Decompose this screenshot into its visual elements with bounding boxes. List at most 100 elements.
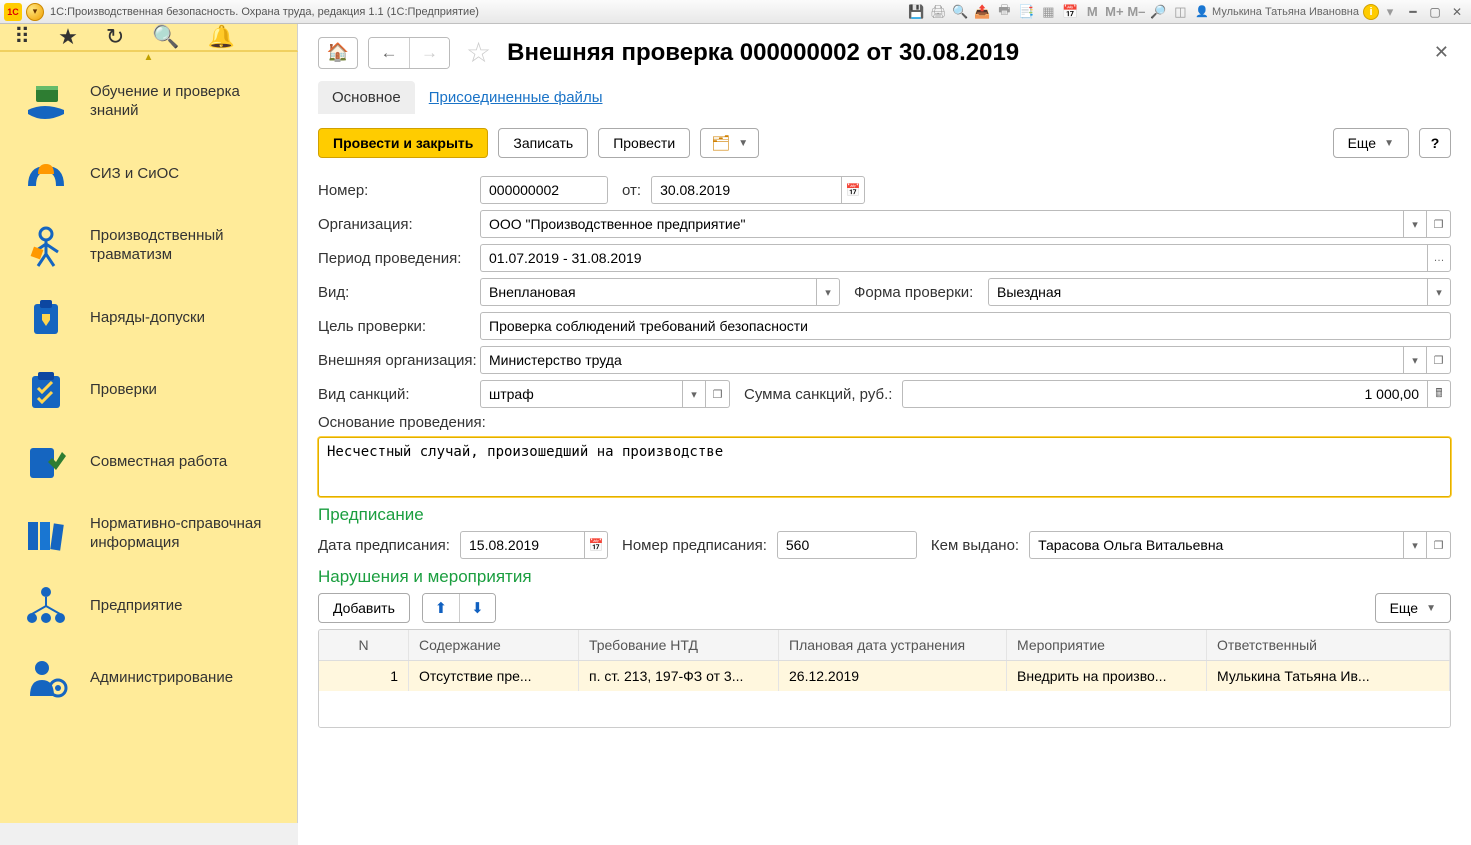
table-row[interactable]: 1 Отсутствие пре... п. ст. 213, 197-ФЗ о… — [319, 661, 1450, 691]
memory-mminus-icon[interactable]: M– — [1126, 3, 1146, 21]
save-icon[interactable]: 💾 — [906, 3, 926, 21]
order-no-input[interactable] — [777, 531, 917, 559]
zoom-icon[interactable]: 🔎 — [1148, 3, 1168, 21]
period-input[interactable] — [480, 244, 1427, 272]
sidebar-item-label: Наряды-допуски — [90, 309, 205, 328]
kind-dropdown-icon[interactable]: ▾ — [816, 278, 840, 306]
panels-icon[interactable]: ◫ — [1170, 3, 1190, 21]
sidebar-item-label: Производственный травматизм — [90, 227, 283, 265]
preview-icon[interactable]: 🔍 — [950, 3, 970, 21]
nav-back-button[interactable]: ← — [369, 38, 409, 68]
sidebar-item-enterprise[interactable]: Предприятие — [0, 570, 297, 642]
nav-forward-button[interactable]: → — [409, 38, 449, 68]
col-n-header[interactable]: N — [319, 630, 409, 660]
post-and-close-button[interactable]: Провести и закрыть — [318, 128, 488, 158]
grid-icon[interactable]: ▦ — [1038, 3, 1058, 21]
org-open-icon[interactable]: ❐ — [1427, 210, 1451, 238]
sidebar-item-injury[interactable]: Производственный травматизм — [0, 210, 297, 282]
sidebar-item-siz[interactable]: СИЗ и СиОС — [0, 138, 297, 210]
row-move-up-button[interactable]: ⬆ — [423, 594, 459, 622]
issued-by-dropdown-icon[interactable]: ▾ — [1403, 531, 1427, 559]
col-resp-header[interactable]: Ответственный — [1207, 630, 1450, 660]
compare-icon[interactable]: 📑 — [1016, 3, 1036, 21]
memory-m-icon[interactable]: M — [1082, 3, 1102, 21]
form-input[interactable] — [988, 278, 1427, 306]
order-date-input[interactable] — [460, 531, 584, 559]
col-date-header[interactable]: Плановая дата устранения — [779, 630, 1007, 660]
number-input[interactable] — [480, 176, 608, 204]
calculator-icon[interactable] — [1427, 380, 1451, 408]
cell-req: п. ст. 213, 197-ФЗ от 3... — [579, 661, 779, 691]
issued-by-open-icon[interactable]: ❐ — [1427, 531, 1451, 559]
col-measure-header[interactable]: Мероприятие — [1007, 630, 1207, 660]
period-picker-icon[interactable] — [1427, 244, 1451, 272]
col-content-header[interactable]: Содержание — [409, 630, 579, 660]
sanction-kind-input[interactable] — [480, 380, 682, 408]
attach-up-icon[interactable]: 📤 — [972, 3, 992, 21]
memory-mplus-icon[interactable]: M+ — [1104, 3, 1124, 21]
col-req-header[interactable]: Требование НТД — [579, 630, 779, 660]
nav-history-box: ← → — [368, 37, 450, 69]
related-button[interactable]: 🗂▼ — [700, 128, 759, 158]
tab-main[interactable]: Основное — [318, 81, 415, 114]
cell-measure: Внедрить на произво... — [1007, 661, 1207, 691]
search-icon[interactable]: 🔍 — [152, 24, 179, 50]
label-order-date: Дата предписания: — [318, 537, 460, 554]
sidebar-item-permits[interactable]: Наряды-допуски — [0, 282, 297, 354]
sidebar-item-admin[interactable]: Администрирование — [0, 642, 297, 714]
current-user[interactable]: 👤 Мулькина Татьяна Ивановна — [1191, 5, 1363, 18]
write-button[interactable]: Записать — [498, 128, 588, 158]
minimize-button[interactable]: ━ — [1403, 3, 1423, 21]
sidebar-item-reference[interactable]: Нормативно-справочная информация — [0, 498, 297, 570]
books-icon — [20, 512, 72, 556]
issued-by-input[interactable] — [1029, 531, 1403, 559]
sidebar-item-label: Нормативно-справочная информация — [90, 515, 283, 553]
table-more-button[interactable]: Еще ▼ — [1375, 593, 1451, 623]
dropdown-icon[interactable]: ▾ — [1380, 3, 1400, 21]
help-button[interactable]: ? — [1419, 128, 1451, 158]
sanction-kind-dropdown-icon[interactable]: ▾ — [682, 380, 706, 408]
sidebar-collapse-up[interactable]: ▲ — [0, 52, 297, 66]
goal-input[interactable] — [480, 312, 1451, 340]
org-dropdown-icon[interactable]: ▾ — [1403, 210, 1427, 238]
print-icon[interactable]: 🖨 — [928, 3, 948, 21]
favorite-toggle-icon[interactable]: ☆ — [466, 36, 491, 69]
extorg-dropdown-icon[interactable]: ▾ — [1403, 346, 1427, 374]
extorg-open-icon[interactable]: ❐ — [1427, 346, 1451, 374]
sidebar-item-label: Совместная работа — [90, 453, 227, 472]
more-menu-button[interactable]: Еще ▼ — [1333, 128, 1409, 158]
org-input[interactable] — [480, 210, 1403, 238]
kind-input[interactable] — [480, 278, 816, 306]
order-date-picker-icon[interactable] — [584, 531, 608, 559]
chevron-down-icon: ▼ — [1384, 138, 1394, 149]
favorites-star-icon[interactable]: ★ — [58, 24, 78, 50]
attach-print-icon[interactable]: 🖶 — [994, 3, 1014, 21]
calendar-icon[interactable]: 📅 — [1060, 3, 1080, 21]
maximize-button[interactable]: ▢ — [1425, 3, 1445, 21]
sanction-sum-input[interactable] — [902, 380, 1427, 408]
sidebar-item-collab[interactable]: Совместная работа — [0, 426, 297, 498]
row-move-down-button[interactable]: ⬇ — [459, 594, 495, 622]
tab-files[interactable]: Присоединенные файлы — [415, 81, 617, 114]
calendar-picker-icon[interactable] — [841, 176, 865, 204]
sanction-kind-open-icon[interactable]: ❐ — [706, 380, 730, 408]
sidebar-item-training[interactable]: Обучение и проверка знаний — [0, 66, 297, 138]
close-tab-button[interactable]: ✕ — [1428, 42, 1455, 63]
add-row-button[interactable]: Добавить — [318, 593, 410, 623]
date-input[interactable] — [651, 176, 841, 204]
sidebar-item-checks[interactable]: Проверки — [0, 354, 297, 426]
app-menu-button[interactable]: ▾ — [26, 3, 44, 21]
extorg-input[interactable] — [480, 346, 1403, 374]
basis-textarea[interactable] — [318, 437, 1451, 497]
document-panel: 🏠 ← → ☆ Внешняя проверка 000000002 от 30… — [298, 24, 1471, 845]
close-window-button[interactable]: ✕ — [1447, 3, 1467, 21]
form-dropdown-icon[interactable]: ▾ — [1427, 278, 1451, 306]
home-button[interactable]: 🏠 — [318, 37, 358, 69]
notifications-bell-icon[interactable]: 🔔 — [208, 24, 235, 50]
post-button[interactable]: Провести — [598, 128, 690, 158]
label-kind: Вид: — [318, 284, 480, 301]
history-icon[interactable]: ↻ — [106, 24, 124, 50]
apps-grid-icon[interactable]: ⠿ — [14, 24, 30, 50]
info-icon[interactable]: i — [1363, 4, 1379, 20]
sidebar-item-label: Администрирование — [90, 669, 233, 688]
